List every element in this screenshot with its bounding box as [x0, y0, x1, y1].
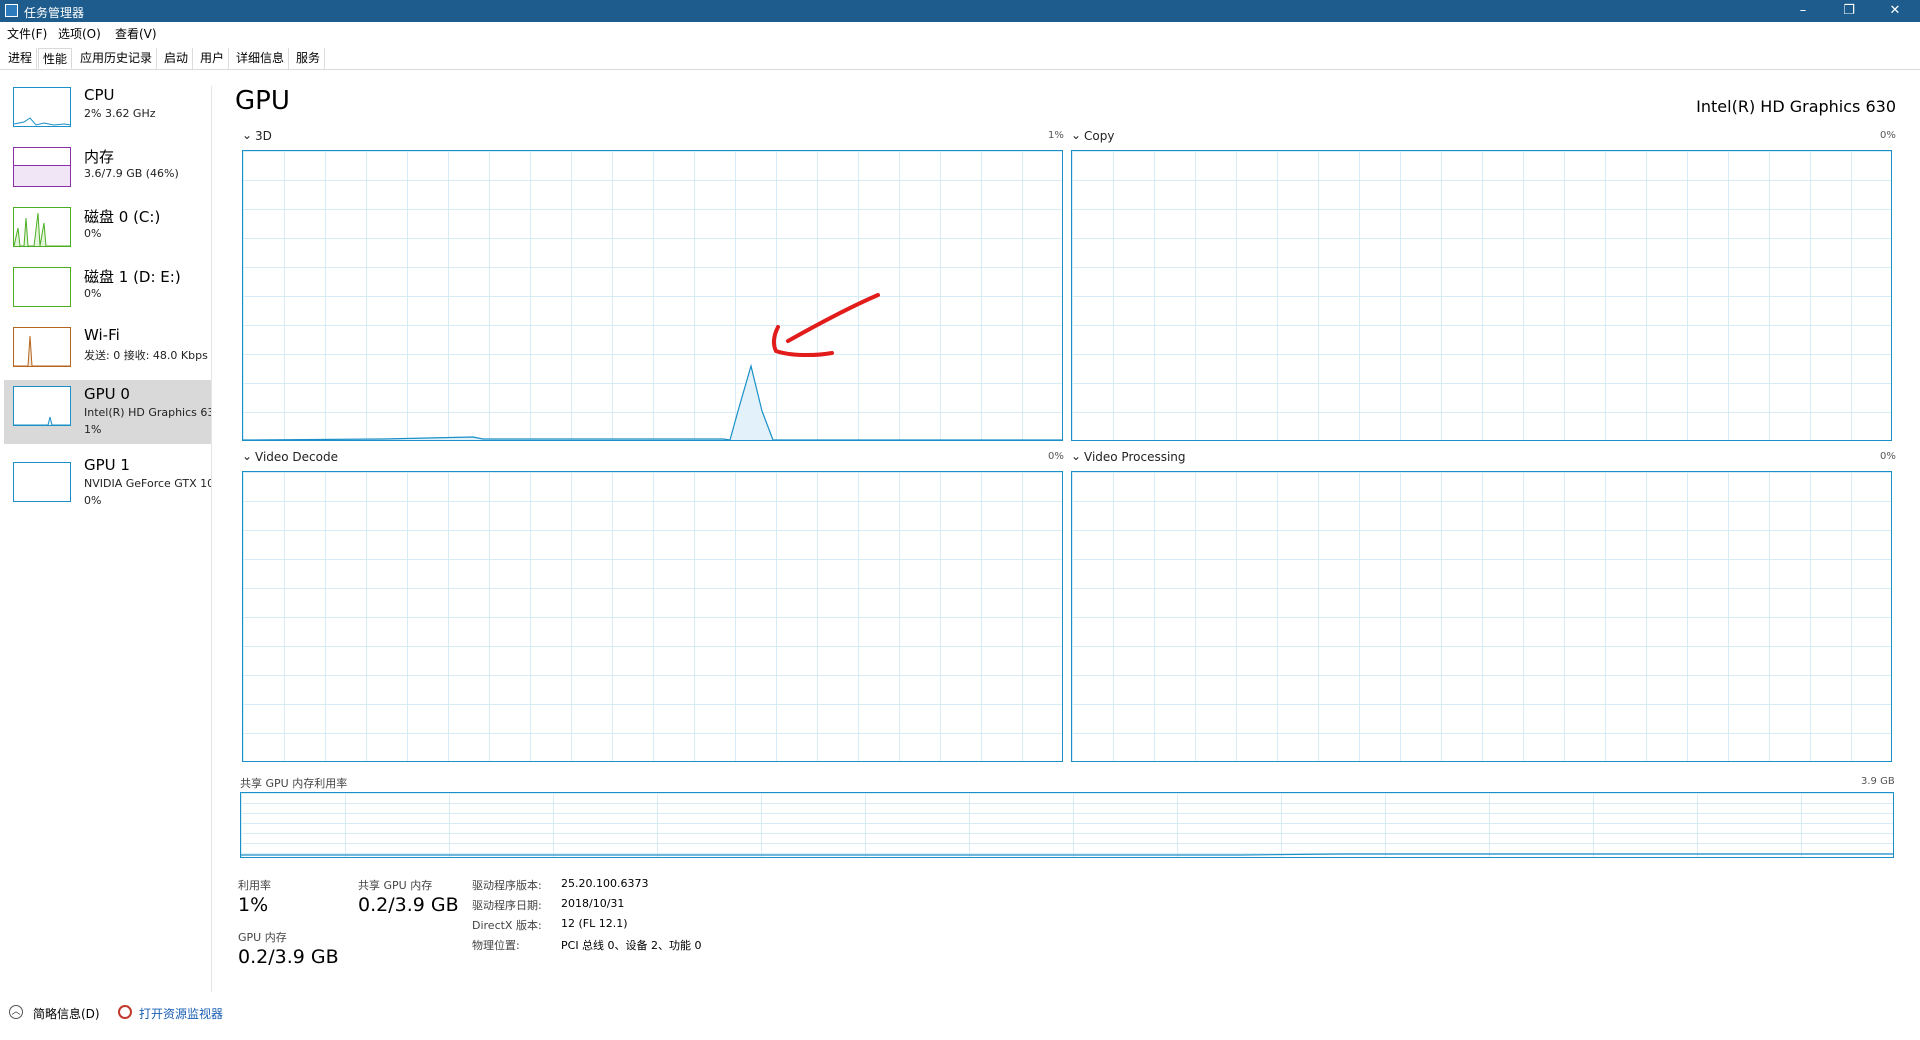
- sidebar-item-label: CPU: [84, 86, 115, 104]
- gpu-model-name: Intel(R) HD Graphics 630: [1696, 97, 1896, 116]
- menu-options[interactable]: 选项(O): [58, 25, 101, 42]
- disk0-thumbnail: [13, 207, 71, 247]
- sidebar-item-value: 发送: 0 接收: 48.0 Kbps: [84, 349, 208, 362]
- tab-processes[interactable]: 进程: [4, 48, 38, 69]
- menu-file[interactable]: 文件(F): [7, 25, 47, 42]
- gpu1-thumbnail: [13, 462, 71, 502]
- graph-label-video-processing[interactable]: Video Processing: [1084, 450, 1186, 464]
- menu-bar: 文件(F) 选项(O) 查看(V): [0, 22, 1920, 42]
- cpu-thumbnail: [13, 87, 71, 127]
- wifi-thumbnail: [13, 327, 71, 367]
- resource-monitor-icon: [118, 1005, 132, 1019]
- physical-location-label: 物理位置:: [472, 939, 520, 952]
- chevron-up-icon[interactable]: ︿: [9, 1005, 23, 1019]
- memory-thumbnail: [13, 147, 71, 187]
- tab-services[interactable]: 服务: [292, 48, 326, 69]
- title-bar[interactable]: 任务管理器 – ❐ ✕: [0, 0, 1920, 22]
- graph-max-copy: 0%: [1880, 130, 1896, 141]
- driver-version-label: 驱动程序版本:: [472, 879, 542, 892]
- sidebar-item-gpu-0[interactable]: GPU 0 Intel(R) HD Graphics 630 1%: [4, 380, 212, 444]
- directx-version-label: DirectX 版本:: [472, 919, 542, 932]
- sidebar-item-disk-0[interactable]: 磁盘 0 (C:) 0%: [4, 206, 211, 266]
- gpu0-thumbnail: [13, 386, 71, 426]
- sidebar-item-label: GPU 1: [84, 456, 130, 474]
- sidebar-divider: [211, 86, 212, 992]
- page-title: GPU: [235, 86, 290, 116]
- sidebar-item-value: 3.6/7.9 GB (46%): [84, 167, 179, 180]
- graph-max-video-decode: 0%: [1048, 451, 1064, 462]
- sidebar-item-value: Intel(R) HD Graphics 630: [84, 406, 212, 419]
- graph-label-video-decode[interactable]: Video Decode: [255, 450, 338, 464]
- shared-gpu-memory-value: 0.2/3.9 GB: [358, 894, 459, 916]
- chevron-down-icon[interactable]: ⌄: [1071, 128, 1081, 142]
- red-annotation-arrow: [771, 293, 880, 358]
- memory-fill: [14, 165, 70, 186]
- graph-3d[interactable]: [242, 150, 1063, 441]
- chevron-down-icon[interactable]: ⌄: [242, 449, 252, 463]
- driver-date-label: 驱动程序日期:: [472, 899, 542, 912]
- tab-bar: 进程 性能 应用历史记录 启动 用户 详细信息 服务: [0, 46, 1920, 70]
- shared-memory-graph-line: [241, 853, 1893, 856]
- restore-button[interactable]: ❐: [1826, 0, 1872, 22]
- driver-date-value: 2018/10/31: [561, 897, 625, 910]
- graph-max-3d: 1%: [1048, 130, 1064, 141]
- sidebar-item-label: 磁盘 1 (D: E:): [84, 268, 181, 286]
- shared-gpu-memory-label: 共享 GPU 内存: [358, 879, 433, 892]
- utilization-label: 利用率: [238, 879, 271, 892]
- driver-version-value: 25.20.100.6373: [561, 877, 649, 890]
- graph-max-video-processing: 0%: [1880, 451, 1896, 462]
- graph-label-copy[interactable]: Copy: [1084, 129, 1114, 143]
- gpu-memory-label: GPU 内存: [238, 931, 287, 944]
- close-button[interactable]: ✕: [1872, 0, 1918, 22]
- sidebar-item-label: 磁盘 0 (C:): [84, 208, 161, 226]
- window-title: 任务管理器: [24, 6, 85, 20]
- sidebar-item-percent: 0%: [84, 494, 102, 507]
- graph-3d-line: [243, 363, 1062, 440]
- chevron-down-icon[interactable]: ⌄: [1071, 449, 1081, 463]
- tab-users[interactable]: 用户: [196, 48, 230, 69]
- sidebar-item-cpu[interactable]: CPU 2% 3.62 GHz: [4, 86, 211, 146]
- sidebar-item-memory[interactable]: 内存 3.6/7.9 GB (46%): [4, 146, 211, 206]
- sidebar-item-value: 0%: [84, 227, 102, 240]
- tab-details[interactable]: 详细信息: [232, 48, 290, 69]
- tab-startup[interactable]: 启动: [160, 48, 194, 69]
- tab-performance[interactable]: 性能: [38, 48, 73, 69]
- directx-version-value: 12 (FL 12.1): [561, 917, 628, 930]
- sidebar: CPU 2% 3.62 GHz 内存 3.6/7.9 GB (46%) 磁盘 0…: [0, 86, 212, 992]
- sidebar-item-label: GPU 0: [84, 385, 130, 403]
- gpu0-mini-graph: [14, 416, 70, 425]
- sidebar-item-gpu-1[interactable]: GPU 1 NVIDIA GeForce GTX 1050 0%: [4, 456, 212, 516]
- tab-app-history[interactable]: 应用历史记录: [76, 48, 158, 69]
- sidebar-item-label: 内存: [84, 148, 115, 166]
- shared-memory-graph[interactable]: [240, 792, 1894, 858]
- open-resource-monitor-link[interactable]: 打开资源监视器: [139, 1005, 223, 1022]
- chevron-down-icon[interactable]: ⌄: [242, 128, 252, 142]
- graph-copy[interactable]: [1071, 150, 1892, 441]
- wifi-mini-graph: [14, 335, 70, 366]
- disk0-mini-graph: [14, 212, 70, 246]
- sidebar-item-disk-1[interactable]: 磁盘 1 (D: E:) 0%: [4, 266, 211, 326]
- sidebar-item-value: 0%: [84, 287, 102, 300]
- sidebar-item-value: NVIDIA GeForce GTX 1050: [84, 477, 212, 490]
- disk1-thumbnail: [13, 267, 71, 307]
- shared-memory-graph-label: 共享 GPU 内存利用率: [240, 777, 348, 790]
- cpu-mini-graph: [14, 117, 70, 126]
- sidebar-item-value: 2% 3.62 GHz: [84, 107, 156, 120]
- menu-view[interactable]: 查看(V): [115, 25, 157, 42]
- graph-label-3d[interactable]: 3D: [255, 129, 272, 143]
- physical-location-value: PCI 总线 0、设备 2、功能 0: [561, 939, 702, 952]
- sidebar-item-wifi[interactable]: Wi-Fi 发送: 0 接收: 48.0 Kbps: [4, 326, 211, 386]
- graph-video-processing[interactable]: [1071, 471, 1892, 762]
- task-manager-icon: [5, 4, 18, 17]
- sidebar-item-label: Wi-Fi: [84, 326, 120, 344]
- utilization-value: 1%: [238, 894, 269, 916]
- graph-video-decode[interactable]: [242, 471, 1063, 762]
- fewer-details-button[interactable]: 简略信息(D): [33, 1005, 100, 1022]
- gpu-memory-value: 0.2/3.9 GB: [238, 946, 339, 968]
- footer: ︿ 简略信息(D) 打开资源监视器: [0, 998, 1920, 1028]
- sidebar-item-percent: 1%: [84, 423, 102, 436]
- minimize-button[interactable]: –: [1780, 0, 1826, 22]
- shared-memory-graph-max: 3.9 GB: [1861, 776, 1895, 787]
